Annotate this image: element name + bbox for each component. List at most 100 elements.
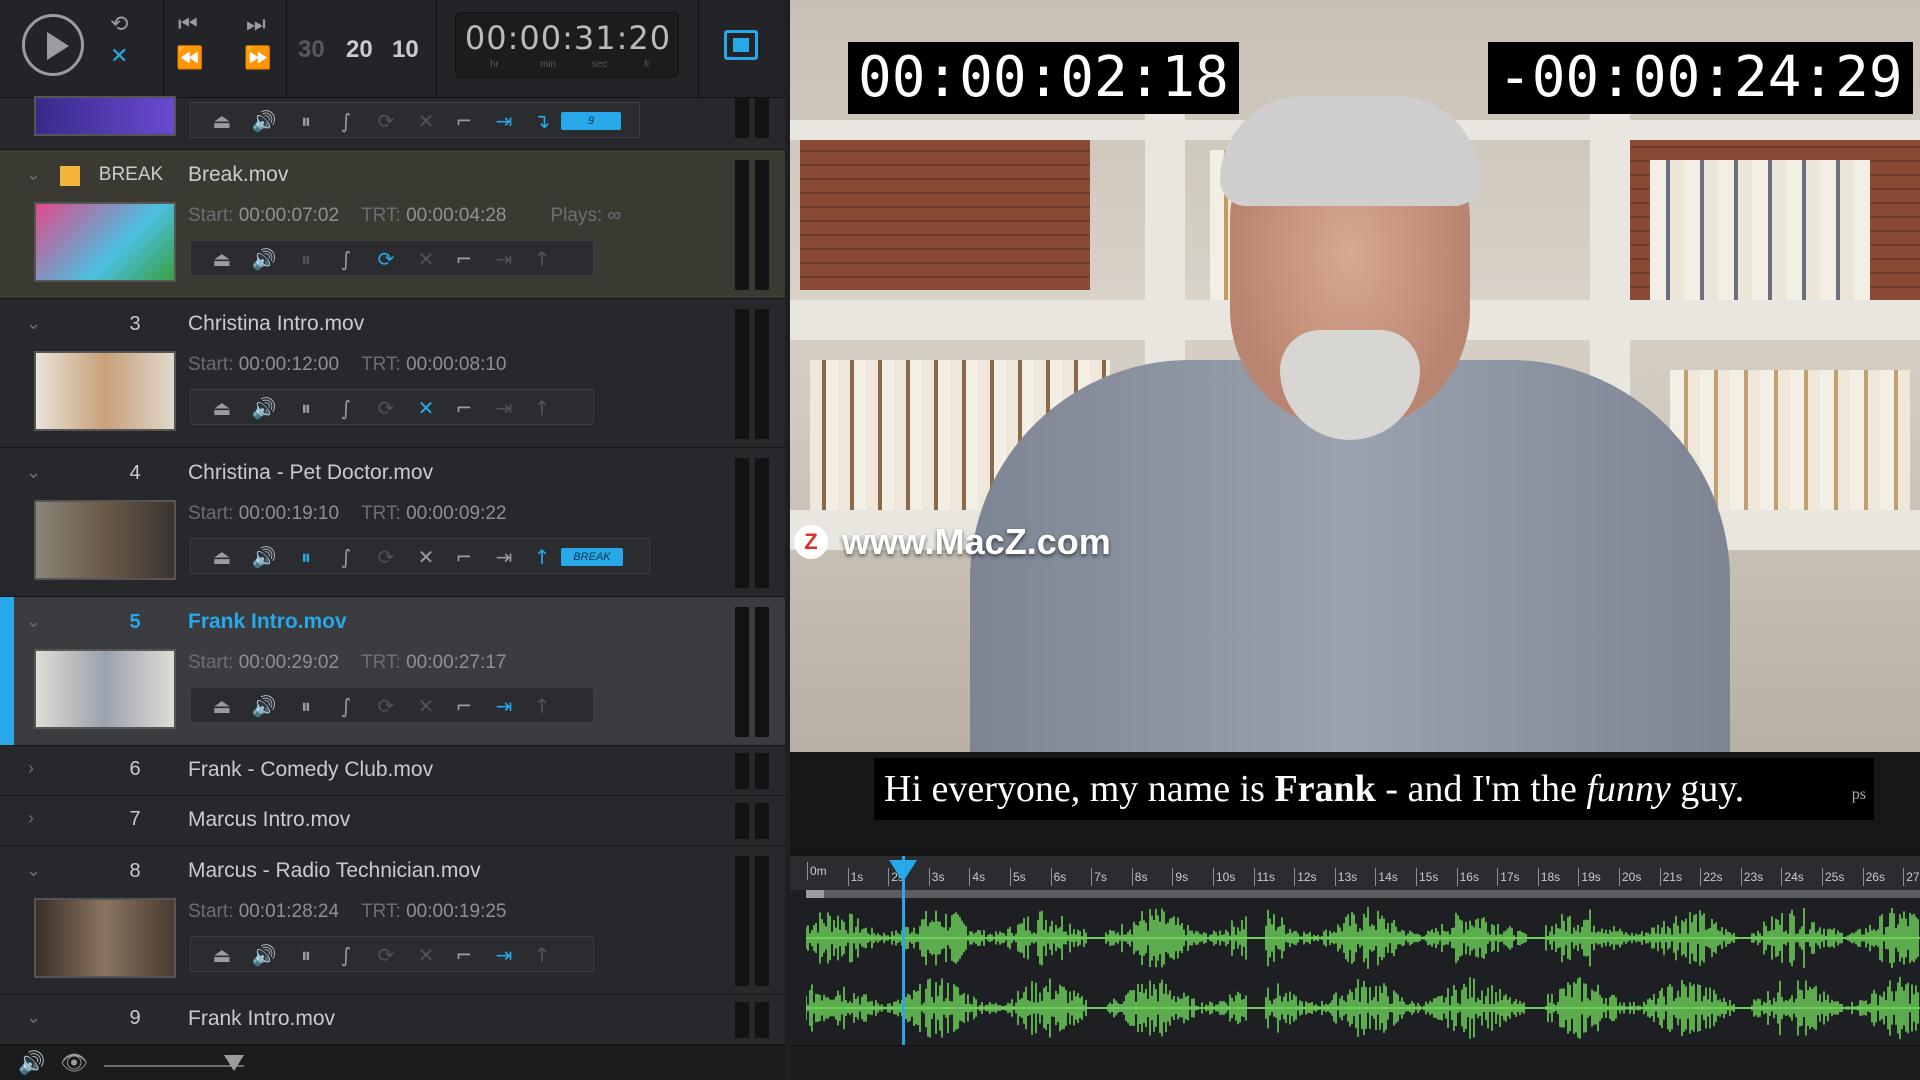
jump-target-tag: BREAK <box>561 548 623 566</box>
eject-icon[interactable]: ⏏ <box>207 941 237 969</box>
volume-icon[interactable]: 🔊 <box>249 394 279 422</box>
fade-out-icon[interactable]: ⌐ <box>449 692 479 720</box>
shuffle-cue-icon[interactable]: ✕ <box>411 941 441 969</box>
volume-icon[interactable]: 🔊 <box>249 543 279 571</box>
cue-row-5[interactable]: ⌄ 5 Frank Intro.mov Start: 00:00:29:02 TR… <box>0 597 785 746</box>
cue-thumbnail <box>34 351 176 431</box>
volume-icon[interactable]: 🔊 <box>249 692 279 720</box>
shuffle-cue-icon[interactable]: ✕ <box>411 245 441 273</box>
volume-icon[interactable]: 🔊 <box>249 107 279 135</box>
playhead[interactable] <box>902 856 906 1046</box>
eject-icon[interactable]: ⏏ <box>207 692 237 720</box>
pause-at-end-icon[interactable]: ⇥ <box>489 543 519 571</box>
cue-row-9[interactable]: ⌄ 9 Frank Intro.mov <box>0 995 785 1045</box>
loop-cue-icon[interactable]: ⟳ <box>371 107 401 135</box>
pause-at-end-icon[interactable]: ⇥ <box>489 394 519 422</box>
fade-out-icon[interactable]: ⌐ <box>449 543 479 571</box>
pause-at-start-icon[interactable]: ⏸ <box>291 245 321 273</box>
cue-row-break[interactable]: ⌄ BREAK Break.mov Start: 00:00:07:02 TRT:… <box>0 150 785 299</box>
fade-in-icon[interactable]: ∫ <box>331 107 361 135</box>
fade-in-icon[interactable]: ∫ <box>331 543 361 571</box>
fade-out-icon[interactable]: ⌐ <box>449 245 479 273</box>
person-hair <box>1220 96 1480 206</box>
shuffle-cue-icon[interactable]: ✕ <box>411 692 441 720</box>
cue-toolbar: ⏏ 🔊 ⏸ ∫ ⟳ ✕ ⌐ ⇥ ↑ BREAK <box>190 538 650 574</box>
thumbnail-size-slider[interactable] <box>104 1065 244 1067</box>
pause-at-start-icon[interactable]: ⏸ <box>291 543 321 571</box>
fade-in-icon[interactable]: ∫ <box>331 394 361 422</box>
fullscreen-button[interactable] <box>724 30 758 60</box>
fade-in-icon[interactable]: ∫ <box>331 245 361 273</box>
playhead-handle[interactable] <box>889 860 918 882</box>
pause-at-end-icon[interactable]: ⇥ <box>489 107 519 135</box>
collapse-chevron-icon[interactable]: ⌄ <box>26 1007 41 1028</box>
eject-icon[interactable]: ⏏ <box>207 543 237 571</box>
eject-icon[interactable]: ⏏ <box>207 394 237 422</box>
volume-icon[interactable]: 🔊 <box>249 941 279 969</box>
slider-thumb[interactable] <box>224 1055 244 1071</box>
volume-icon[interactable]: 🔊 <box>249 245 279 273</box>
speaker-icon[interactable]: 🔊 <box>18 1053 45 1075</box>
ruler-tick: 5s <box>1010 868 1026 886</box>
expand-chevron-icon[interactable]: › <box>28 808 34 829</box>
play-button[interactable] <box>22 14 84 76</box>
cue-toolbar: ⏏ 🔊 ⏸ ∫ ⟳ ✕ ⌐ ⇥ ↑ <box>190 240 594 276</box>
pause-at-start-icon[interactable]: ⏸ <box>291 107 321 135</box>
shuffle-cue-icon[interactable]: ✕ <box>411 394 441 422</box>
loop-cue-icon[interactable]: ⟳ <box>371 941 401 969</box>
fade-out-icon[interactable]: ⌐ <box>449 107 479 135</box>
cue-row-6[interactable]: › 6 Frank - Comedy Club.mov <box>0 746 785 796</box>
jump-to-icon[interactable]: ↑ <box>527 245 557 273</box>
pause-at-start-icon[interactable]: ⏸ <box>291 941 321 969</box>
loop-cue-icon[interactable]: ⟳ <box>371 245 401 273</box>
cue-row-7[interactable]: › 7 Marcus Intro.mov <box>0 796 785 846</box>
remaining-timecode: -00:00:24:29 <box>1488 42 1913 114</box>
shuffle-icon[interactable]: ✕ <box>110 46 128 68</box>
cue-row-partial[interactable]: ⏏ 🔊 ⏸ ∫ ⟳ ✕ ⌐ ⇥ ↴ 9 <box>0 96 785 150</box>
collapse-chevron-icon[interactable]: ⌄ <box>26 313 41 334</box>
video-frame: 00:00:02:18 -00:00:24:29 Z www.MacZ.com <box>790 0 1920 752</box>
collapse-chevron-icon[interactable]: ⌄ <box>26 611 41 632</box>
jump-to-icon[interactable]: ↑ <box>527 941 557 969</box>
pause-at-end-icon[interactable]: ⇥ <box>489 245 519 273</box>
pause-at-end-icon[interactable]: ⇥ <box>489 941 519 969</box>
fade-in-icon[interactable]: ∫ <box>331 692 361 720</box>
expand-chevron-icon[interactable]: › <box>28 758 34 779</box>
cue-row-8[interactable]: ⌄ 8 Marcus - Radio Technician.mov Start:… <box>0 846 785 995</box>
rewind-icon[interactable]: ⏪ <box>176 48 203 70</box>
level-meter <box>735 309 749 439</box>
fade-out-icon[interactable]: ⌐ <box>449 394 479 422</box>
fade-in-icon[interactable]: ∫ <box>331 941 361 969</box>
selection-indicator <box>0 597 14 745</box>
eject-icon[interactable]: ⏏ <box>207 107 237 135</box>
pause-at-start-icon[interactable]: ⏸ <box>291 692 321 720</box>
ruler-tick: 18s <box>1537 868 1561 886</box>
waveform-timeline[interactable]: 0m 1s 2s 3s 4s 5s 6s 7s 8s 9s 10s 11s 12s 13s 14s 15s 16… <box>790 855 1920 1046</box>
jump-to-icon[interactable]: ↑ <box>527 692 557 720</box>
shuffle-cue-icon[interactable]: ✕ <box>411 543 441 571</box>
jump-to-icon[interactable]: ↴ <box>527 107 557 135</box>
cue-row-4[interactable]: ⌄ 4 Christina - Pet Doctor.mov Start: 00… <box>0 448 785 597</box>
previous-cue-icon[interactable]: ⏮ <box>178 14 198 36</box>
eject-icon[interactable]: ⏏ <box>207 245 237 273</box>
cue-row-3[interactable]: ⌄ 3 Christina Intro.mov Start: 00:00:12:… <box>0 299 785 448</box>
fast-forward-icon[interactable]: ⏩ <box>244 48 271 70</box>
jump-to-icon[interactable]: ↑ <box>527 394 557 422</box>
pause-at-start-icon[interactable]: ⏸ <box>291 394 321 422</box>
eye-icon[interactable]: 👁 <box>60 1053 88 1075</box>
level-meter <box>735 98 749 138</box>
brick-wall <box>800 140 1090 290</box>
shuffle-cue-icon[interactable]: ✕ <box>411 107 441 135</box>
pause-at-end-icon[interactable]: ⇥ <box>489 692 519 720</box>
fade-out-icon[interactable]: ⌐ <box>449 941 479 969</box>
next-cue-icon[interactable]: ⏭ <box>246 14 266 36</box>
loop-cue-icon[interactable]: ⟳ <box>371 394 401 422</box>
loop-cue-icon[interactable]: ⟳ <box>371 692 401 720</box>
collapse-chevron-icon[interactable]: ⌄ <box>26 164 41 185</box>
loop-icon[interactable]: ⟲ <box>110 14 128 36</box>
collapse-chevron-icon[interactable]: ⌄ <box>26 860 41 881</box>
jump-to-icon[interactable]: ↑ <box>527 543 557 571</box>
loop-cue-icon[interactable]: ⟳ <box>371 543 401 571</box>
time-ruler[interactable]: 0m 1s 2s 3s 4s 5s 6s 7s 8s 9s 10s 11s 12s 13s 14s 15s 16… <box>790 856 1920 890</box>
collapse-chevron-icon[interactable]: ⌄ <box>26 462 41 483</box>
